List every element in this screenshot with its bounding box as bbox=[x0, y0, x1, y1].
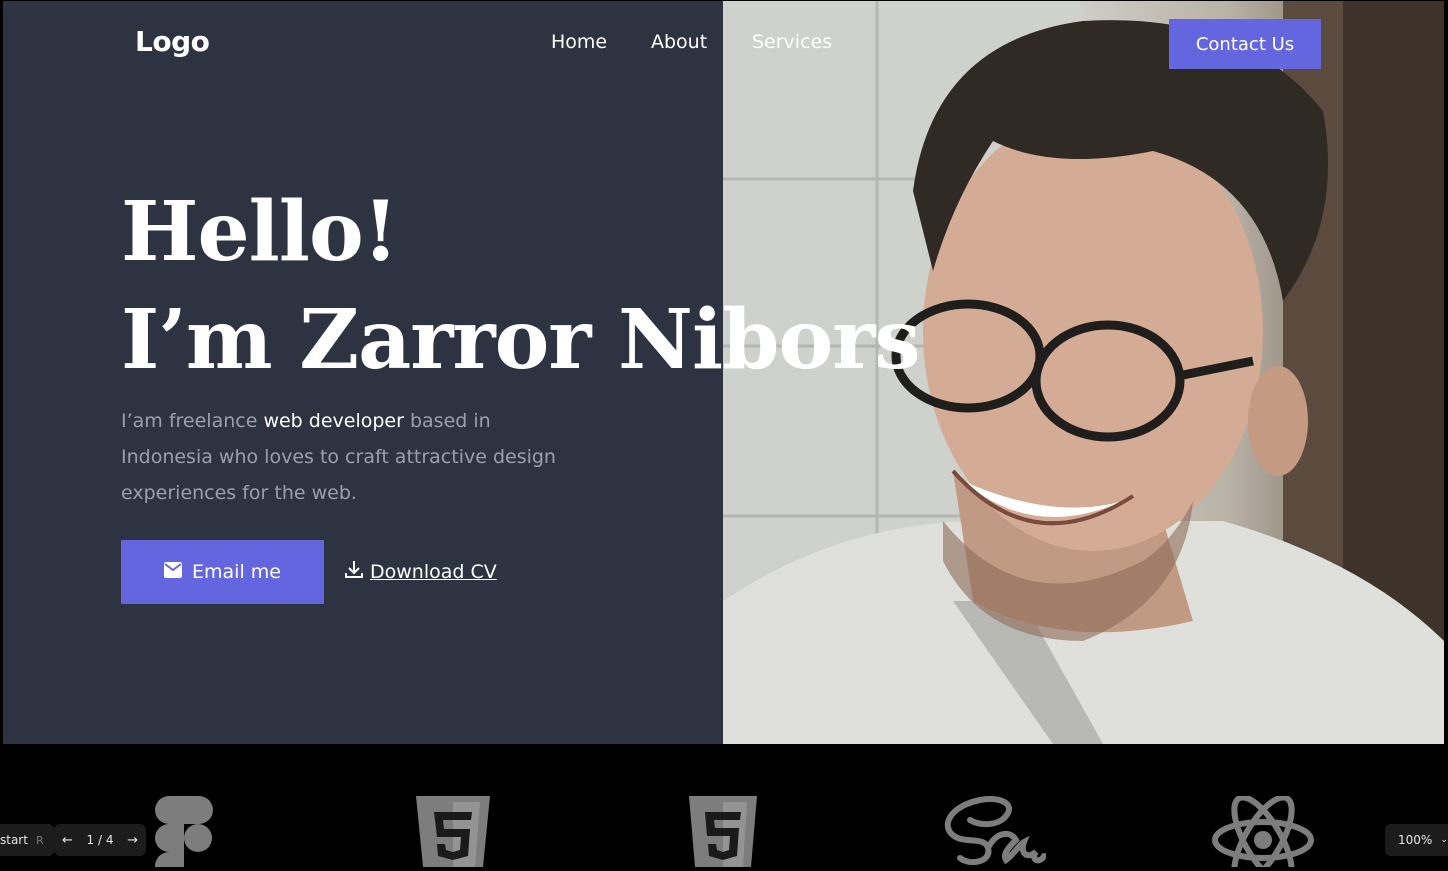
intro-text-before: I’am freelance bbox=[121, 410, 264, 432]
nav-link-services[interactable]: Services bbox=[752, 31, 832, 53]
start-label: start bbox=[0, 833, 28, 847]
email-me-button[interactable]: Email me bbox=[121, 540, 324, 604]
email-me-label: Email me bbox=[192, 561, 281, 583]
sass-icon bbox=[940, 796, 1047, 871]
nav-link-home[interactable]: Home bbox=[551, 31, 607, 53]
react-icon bbox=[1210, 794, 1316, 871]
intro-highlight: web developer bbox=[263, 410, 404, 432]
zoom-dropdown[interactable]: 100% ⌄ bbox=[1385, 824, 1448, 856]
next-page-arrow-icon[interactable]: → bbox=[127, 833, 138, 848]
start-shortcut-key: R bbox=[35, 833, 44, 847]
figma-icon bbox=[155, 796, 213, 871]
download-cv-label: Download CV bbox=[370, 560, 497, 583]
mail-icon bbox=[164, 561, 183, 583]
hero-name: I’m Zarror Nibors bbox=[121, 292, 921, 388]
page-navigator: ← 1 / 4 → bbox=[54, 824, 146, 856]
download-icon bbox=[344, 559, 364, 584]
contact-us-button[interactable]: Contact Us bbox=[1169, 19, 1321, 69]
chevron-down-icon: ⌄ bbox=[1440, 835, 1448, 845]
zoom-level: 100% bbox=[1398, 833, 1433, 847]
presentation-start-control[interactable]: start R bbox=[0, 824, 54, 856]
hero-section: Logo Home About Services Contact Us Hell… bbox=[3, 1, 1444, 744]
intro-paragraph: I’am freelance web developer based in In… bbox=[121, 403, 561, 511]
html5-icon bbox=[416, 796, 490, 871]
hero-greeting: Hello! bbox=[121, 184, 399, 280]
site-logo[interactable]: Logo bbox=[135, 25, 210, 58]
download-cv-link[interactable]: Download CV bbox=[344, 559, 497, 584]
page-indicator: 1 / 4 bbox=[86, 833, 114, 847]
css3-icon bbox=[689, 796, 757, 871]
previous-page-arrow-icon[interactable]: ← bbox=[62, 833, 73, 848]
nav-link-about[interactable]: About bbox=[651, 31, 707, 53]
